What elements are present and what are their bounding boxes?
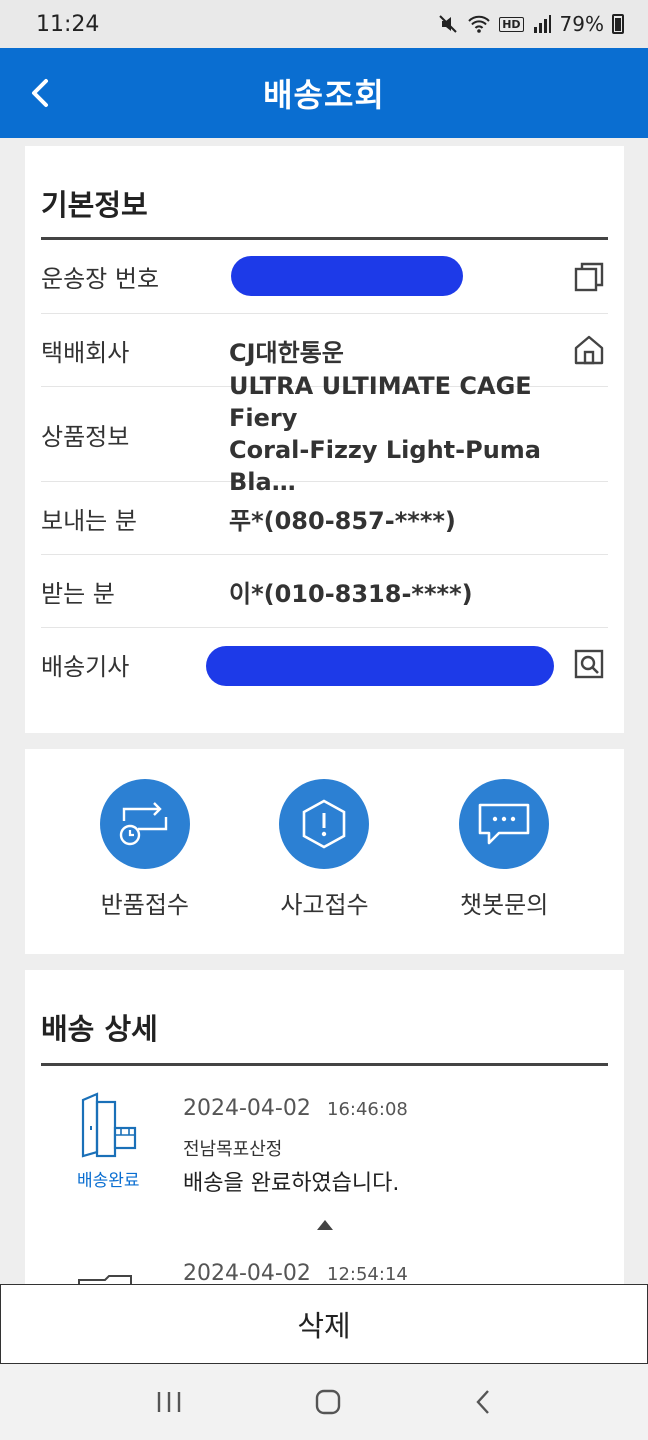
redaction-mark — [206, 646, 554, 686]
wifi-icon — [468, 15, 490, 33]
status-time: 11:24 — [36, 11, 100, 37]
basic-info-title: 기본정보 — [41, 146, 608, 240]
system-nav-bar — [0, 1364, 648, 1440]
action-label: 반품접수 — [100, 891, 189, 919]
info-label: 택배회사 — [41, 338, 130, 367]
battery-percent: 79% — [559, 12, 604, 36]
actions-card: 반품접수 사고접수 챗봇문의 — [25, 749, 624, 954]
hd-voice-badge: HD — [499, 16, 524, 32]
mute-icon — [439, 15, 457, 33]
accident-report-button[interactable]: 사고접수 — [249, 779, 399, 954]
info-value: ULTRA ULTIMATE CAGE Fiery Coral-Fizzy Li… — [229, 370, 608, 498]
back-nav-icon[interactable] — [473, 1388, 493, 1416]
home-nav-icon[interactable] — [314, 1388, 342, 1416]
timeline-time: 12:54:14 — [327, 1264, 408, 1285]
alert-hexagon-icon — [303, 799, 346, 849]
product-line-1: ULTRA ULTIMATE CAGE Fiery — [229, 372, 532, 432]
collapse-arrow-icon[interactable] — [317, 1220, 333, 1230]
delivered-building-icon — [81, 1092, 137, 1158]
delivery-detail-title: 배송 상세 — [41, 970, 608, 1066]
timeline-date: 2024-04-02 — [183, 1261, 311, 1286]
page-title: 배송조회 — [263, 76, 385, 114]
info-value: CJ대한통운 — [229, 338, 344, 367]
return-icon — [119, 802, 168, 846]
action-circle — [99, 779, 190, 869]
info-label: 받는 분 — [41, 579, 115, 608]
info-label: 보내는 분 — [41, 506, 137, 535]
action-circle — [459, 779, 550, 869]
action-circle — [279, 779, 370, 869]
timeline-time: 16:46:08 — [327, 1099, 408, 1120]
status-icons: HD 79% — [437, 12, 624, 36]
action-label: 챗봇문의 — [459, 891, 549, 919]
chat-icon — [478, 803, 530, 845]
redaction-mark — [231, 256, 463, 296]
timeline-status: 배송완료 — [77, 1171, 140, 1191]
copy-icon[interactable] — [572, 260, 606, 294]
app-header: 배송조회 — [0, 48, 648, 138]
action-label: 사고접수 — [280, 891, 369, 919]
signal-icon — [533, 15, 551, 33]
timeline-location: 전남목포산정 — [183, 1139, 283, 1160]
info-label: 운송장 번호 — [41, 265, 160, 293]
info-row-sender: 보내는 분 푸*(080-857-****) — [41, 482, 608, 555]
home-icon[interactable] — [572, 333, 606, 367]
info-value: 이*(010-8318-****) — [229, 579, 473, 608]
info-label: 배송기사 — [41, 652, 130, 681]
timeline-message: 배송을 완료하였습니다. — [183, 1171, 400, 1196]
info-label: 상품정보 — [41, 422, 130, 451]
info-row-receiver: 받는 분 이*(010-8318-****) — [41, 555, 608, 628]
status-bar: 11:24 HD 79% — [0, 0, 648, 48]
chevron-left-icon — [32, 79, 48, 107]
info-row-driver: 배송기사 — [41, 628, 608, 700]
delivery-detail-card: 배송 상세 배송완료 2024-04-02 16:46:08 전남목포산정 배송… — [25, 970, 624, 1290]
timeline-date: 2024-04-02 — [183, 1096, 311, 1121]
back-button[interactable] — [18, 70, 64, 116]
chatbot-button[interactable]: 챗봇문의 — [429, 779, 579, 954]
delete-button[interactable]: 삭제 — [0, 1284, 648, 1364]
battery-icon — [612, 14, 624, 34]
search-document-icon[interactable] — [572, 647, 606, 681]
info-row-product: 상품정보 ULTRA ULTIMATE CAGE Fiery Coral-Fiz… — [41, 372, 608, 496]
recent-apps-icon[interactable] — [155, 1389, 183, 1415]
info-value: 푸*(080-857-****) — [229, 506, 456, 535]
basic-info-card: 기본정보 운송장 번호 택배회사 CJ대한통운 상품정보 ULTRA ULTIM… — [25, 146, 624, 733]
info-row-tracking-number: 운송장 번호 — [41, 240, 608, 314]
return-request-button[interactable]: 반품접수 — [70, 779, 220, 954]
timeline-item: 배송완료 2024-04-02 16:46:08 전남목포산정 배송을 완료하였… — [25, 1066, 624, 1290]
